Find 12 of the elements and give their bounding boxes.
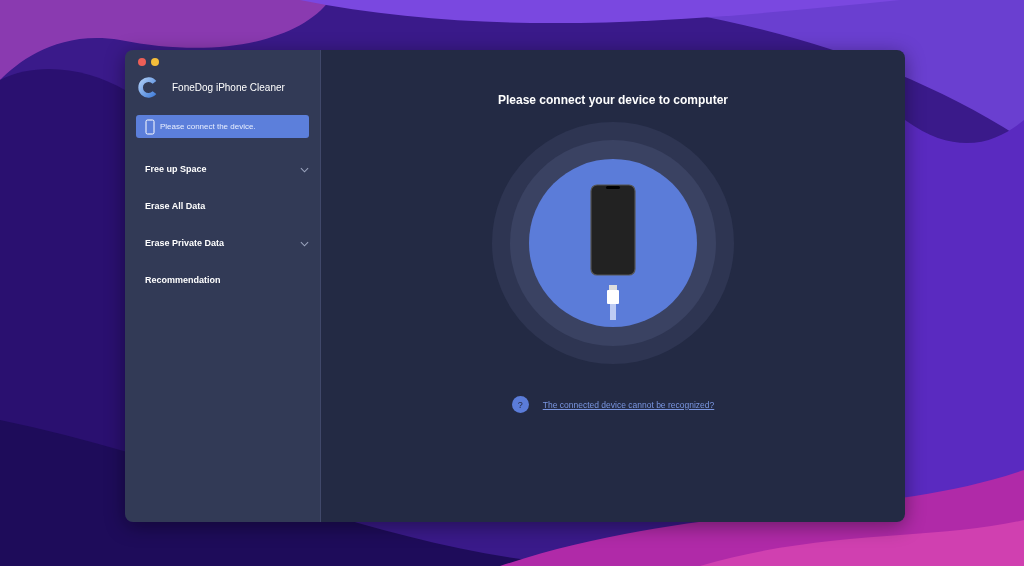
phone-icon (145, 118, 155, 135)
help-link[interactable]: The connected device cannot be recognized? (542, 399, 715, 410)
menu-item[interactable]: Erase Private Data (136, 224, 309, 261)
heading: Please connect your device to computer (497, 93, 729, 107)
menu-item[interactable]: Free up Space (136, 150, 309, 187)
help-icon[interactable]: ? (511, 396, 529, 413)
app-name: FoneDog iPhone Cleaner (172, 82, 285, 93)
menu-item[interactable]: Recommendation (136, 261, 309, 298)
close-button[interactable] (138, 58, 146, 66)
minimize-button[interactable] (151, 58, 159, 66)
device-status-text: Please connect the device. (160, 122, 256, 131)
menu-item[interactable]: Erase All Data (136, 187, 309, 224)
